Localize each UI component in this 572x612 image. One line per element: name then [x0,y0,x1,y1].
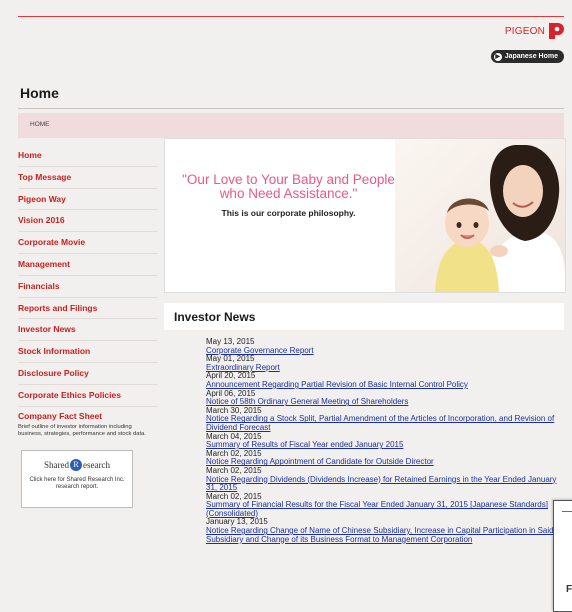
shared-research-logo: Shared R esearch [22,458,132,471]
sidebar-item-investor-news[interactable]: Investor News [18,319,158,342]
shared-research-banner[interactable]: Shared R esearch Click here for Shared R… [21,449,133,508]
shared-research-logo-right: esearch [83,459,110,470]
sidebar-item-corporate-ethics-policies[interactable]: Corporate Ethics Policies [18,385,158,407]
news-link[interactable]: Summary of Financial Results for the Fis… [206,500,566,518]
sidebar-item-disclosure-policy[interactable]: Disclosure Policy [18,363,158,385]
banner-subline: This is our corporate philosophy. [221,208,356,218]
news-link[interactable]: Extraordinary Report [206,363,566,373]
overlay-window-edge[interactable]: F [553,500,572,612]
arrow-right-icon: ▶ [493,52,502,61]
sidebar-item-financials[interactable]: Financials [18,276,158,298]
header-rule [18,16,564,17]
sidebar-item-home[interactable]: Home [18,145,158,167]
sidebar-item-management[interactable]: Management [18,254,158,276]
fact-sheet-link[interactable]: Company Fact Sheet [18,411,158,421]
news-link[interactable]: Notice Regarding Change of Name of Chine… [206,526,566,544]
list-item: May 13, 2015 Corporate Governance Report [206,337,566,356]
shared-research-r-icon: R [70,458,82,471]
list-item: May 01, 2015 Extraordinary Report [206,355,566,372]
list-item: March 02, 2015 Notice Regarding Dividend… [206,466,566,493]
shared-research-text: Click here for Shared Research Inc. rese… [29,476,125,490]
logo-text: PIGEON [504,25,545,37]
news-link[interactable]: Announcement Regarding Partial Revision … [206,380,566,390]
overlay-rule [562,511,572,512]
banner-headline: "Our Love to Your Baby and People who Ne… [182,172,395,201]
japanese-home-button[interactable]: ▶ Japanese Home [490,50,564,63]
list-item: April 20, 2015 Announcement Regarding Pa… [206,372,566,389]
philosophy-banner: "Our Love to Your Baby and People who Ne… [164,138,566,293]
news-link[interactable]: Notice Regarding Dividends (Dividends In… [206,475,566,493]
sidebar-item-reports-and-filings[interactable]: Reports and Filings [18,298,158,320]
mother-and-baby-photo [395,139,565,292]
investor-news-header: Investor News [164,303,564,330]
sidebar-item-vision-2016[interactable]: Vision 2016 [18,210,158,233]
sidebar: Home Top Message Pigeon Way Vision 2016 … [18,145,158,508]
pigeon-logo-icon [549,23,564,39]
list-item: January 13, 2015 Notice Regarding Change… [206,518,566,544]
pigeon-logo[interactable]: PIGEON [505,22,564,40]
sidebar-item-stock-information[interactable]: Stock Information [18,341,158,363]
breadcrumb: HOME [30,121,50,128]
breadcrumb-bar: HOME [18,113,564,138]
overlay-letter: F [566,584,572,595]
list-item: March 02, 2015 Notice Regarding Appointm… [206,449,566,467]
page-title: Home [20,85,59,101]
shared-research-logo-left: Shared [44,459,69,470]
sidebar-item-pigeon-way[interactable]: Pigeon Way [18,189,158,211]
list-item: March 04, 2015 Summary of Results of Fis… [206,432,566,450]
list-item: March 30, 2015 Notice Regarding a Stock … [206,406,566,433]
japanese-home-label: Japanese Home [504,53,558,60]
company-fact-sheet: Company Fact Sheet Brief outline of inve… [18,411,158,438]
fact-sheet-description: Brief outline of investor information in… [18,423,146,437]
news-link[interactable]: Notice Regarding a Stock Split, Partial … [206,414,566,432]
list-item: April 06, 2015 Notice of 58th Ordinary G… [206,389,566,407]
news-link[interactable]: Corporate Governance Report [206,346,566,356]
investor-news-title: Investor News [174,310,256,324]
sidebar-item-corporate-movie[interactable]: Corporate Movie [18,232,158,254]
main-content: "Our Love to Your Baby and People who Ne… [164,138,566,544]
title-divider [18,108,564,109]
list-item: March 02, 2015 Summary of Financial Resu… [206,492,566,519]
investor-news-list: May 13, 2015 Corporate Governance Report… [206,337,566,544]
sidebar-item-top-message[interactable]: Top Message [18,167,158,189]
